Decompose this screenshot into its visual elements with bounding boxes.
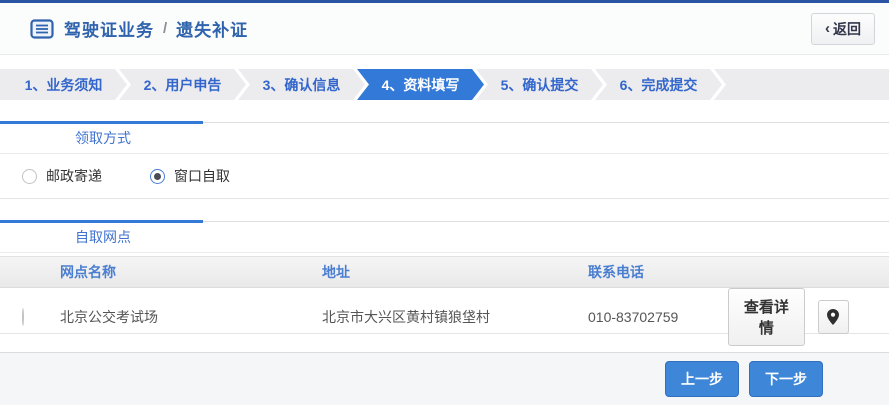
radio-circle-selected-icon[interactable]	[150, 169, 165, 184]
view-details-button[interactable]: 查看详情	[728, 288, 805, 346]
step-6-complete-submit[interactable]: 6、完成提交	[595, 69, 722, 100]
step-2-user-declaration[interactable]: 2、用户申告	[119, 69, 246, 100]
list-icon	[30, 19, 54, 39]
table-row: 北京公交考试场 北京市大兴区黄村镇狼垡村 010-83702759 查看详情	[0, 288, 889, 334]
pickup-method-title: 领取方式	[0, 123, 889, 154]
next-step-button[interactable]: 下一步	[749, 361, 823, 397]
page-title: 驾驶证业务	[64, 16, 154, 41]
row-location-address: 北京市大兴区黄村镇狼垡村	[322, 307, 588, 327]
back-button-label: 返回	[833, 19, 861, 39]
row-location-name: 北京公交考试场	[60, 307, 322, 327]
pickup-method-options: 邮政寄递 窗口自取	[0, 154, 889, 199]
row-radio-selected-icon[interactable]	[22, 308, 24, 326]
map-button[interactable]	[818, 300, 849, 334]
pickup-network-title: 自取网点	[0, 222, 889, 253]
breadcrumb-current: 遗失补证	[176, 16, 248, 41]
chevron-left-icon: ‹	[825, 21, 830, 36]
step-bar-filler	[714, 69, 889, 100]
back-button[interactable]: ‹ 返回	[811, 13, 875, 45]
radio-postal-delivery[interactable]: 邮政寄递	[22, 166, 102, 186]
wizard-footer: 上一步 下一步	[0, 352, 889, 405]
radio-postal-delivery-label: 邮政寄递	[46, 166, 102, 186]
page-header: 驾驶证业务 / 遗失补证 ‹ 返回	[0, 3, 889, 55]
column-header-address: 地址	[322, 262, 588, 282]
step-4-fill-data[interactable]: 4、资料填写	[357, 69, 484, 100]
pickup-method-section: 领取方式 邮政寄递 窗口自取	[0, 122, 889, 199]
pickup-network-section: 自取网点 网点名称 地址 联系电话 北京公交考试场 北京市大兴区黄村镇狼垡村 0…	[0, 221, 889, 334]
page: 驾驶证业务 / 遗失补证 ‹ 返回 1、业务须知 2、用户申告 3、确认信息 4…	[0, 0, 889, 415]
column-header-name: 网点名称	[60, 262, 322, 282]
map-pin-icon	[827, 309, 839, 325]
step-progress-bar: 1、业务须知 2、用户申告 3、确认信息 4、资料填写 5、确认提交 6、完成提…	[0, 69, 889, 100]
radio-window-pickup-label: 窗口自取	[174, 166, 230, 186]
column-header-phone: 联系电话	[588, 262, 728, 282]
row-location-phone: 010-83702759	[588, 309, 728, 325]
step-3-confirm-info[interactable]: 3、确认信息	[238, 69, 365, 100]
radio-circle-unselected-icon[interactable]	[22, 169, 37, 184]
previous-step-button[interactable]: 上一步	[665, 361, 739, 397]
breadcrumb-separator: /	[163, 20, 167, 37]
step-1-business-notice[interactable]: 1、业务须知	[0, 69, 127, 100]
row-radio-cell	[0, 309, 60, 325]
radio-window-pickup[interactable]: 窗口自取	[150, 166, 230, 186]
table-header: 网点名称 地址 联系电话	[0, 256, 889, 288]
step-5-confirm-submit[interactable]: 5、确认提交	[476, 69, 603, 100]
row-actions: 查看详情	[728, 288, 889, 346]
